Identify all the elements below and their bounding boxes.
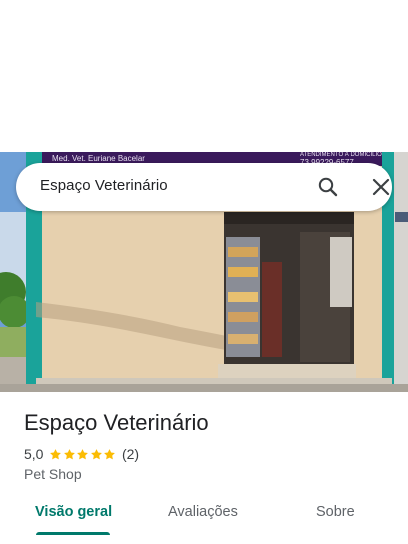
rating-stars — [49, 448, 117, 461]
active-tab-indicator — [36, 532, 110, 535]
star-icon — [50, 448, 62, 459]
tab-reviews[interactable]: Avaliações — [168, 504, 238, 520]
rating-value: 5,0 — [24, 446, 44, 462]
rating-row[interactable]: 5,0 (2) — [24, 445, 139, 463]
place-title: Espaço Veterinário — [24, 410, 209, 435]
star-icon — [64, 448, 75, 459]
star-icon — [77, 448, 89, 459]
review-count[interactable]: (2) — [122, 446, 139, 462]
tab-bar: Visão geral Avaliações Sobre — [0, 494, 408, 544]
tab-about[interactable]: Sobre — [316, 504, 355, 520]
search-icon[interactable] — [316, 175, 340, 199]
search-input[interactable]: Espaço Veterinário — [40, 177, 168, 194]
star-icon — [104, 448, 116, 459]
search-bar[interactable]: Espaço Veterinário — [16, 163, 392, 211]
close-icon[interactable] — [369, 175, 393, 199]
sign-left-text: Med. Vet. Euriane Bacelar — [52, 154, 145, 163]
star-icon — [91, 448, 102, 459]
tab-overview[interactable]: Visão geral — [35, 504, 112, 520]
place-category[interactable]: Pet Shop — [24, 466, 82, 482]
